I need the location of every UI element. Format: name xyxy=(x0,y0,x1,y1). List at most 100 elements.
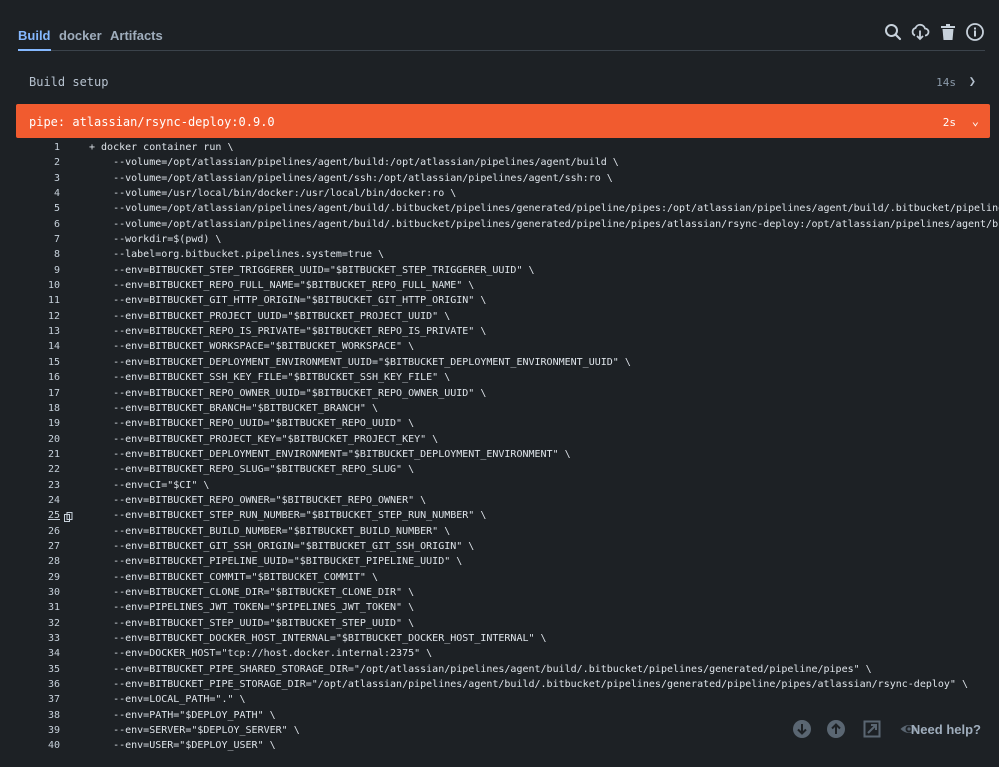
line-number[interactable]: 5 xyxy=(16,203,60,214)
log-line: 37 --env=LOCAL_PATH="." \ xyxy=(16,694,999,709)
line-number[interactable]: 3 xyxy=(16,173,60,184)
line-number[interactable]: 13 xyxy=(16,326,60,337)
log-line: 32 --env=BITBUCKET_STEP_UUID="$BITBUCKET… xyxy=(16,618,999,633)
log-text: --env=BITBUCKET_STEP_RUN_NUMBER="$BITBUC… xyxy=(89,510,487,522)
line-number[interactable]: 19 xyxy=(16,418,60,429)
line-number[interactable]: 26 xyxy=(16,526,60,537)
log-text: --env=BITBUCKET_GIT_SSH_ORIGIN="$BITBUCK… xyxy=(89,540,475,552)
log-text: --env=BITBUCKET_COMMIT="$BITBUCKET_COMMI… xyxy=(89,571,378,583)
search-icon[interactable] xyxy=(883,22,903,42)
line-number[interactable]: 29 xyxy=(16,572,60,583)
line-number[interactable]: 12 xyxy=(16,311,60,322)
log-text: --env=DOCKER_HOST="tcp://host.docker.int… xyxy=(89,648,433,660)
tab-artifacts[interactable]: Artifacts xyxy=(110,28,163,49)
step-duration: 14s xyxy=(936,76,956,89)
log-text: --volume=/opt/atlassian/pipelines/agent/… xyxy=(89,172,613,184)
scroll-up-icon[interactable] xyxy=(826,719,846,739)
line-number[interactable]: 35 xyxy=(16,664,60,675)
log-text: --env=BITBUCKET_STEP_UUID="$BITBUCKET_ST… xyxy=(89,617,415,629)
line-number[interactable]: 39 xyxy=(16,725,60,736)
line-number[interactable]: 33 xyxy=(16,633,60,644)
log-text: --volume=/opt/atlassian/pipelines/agent/… xyxy=(89,157,619,169)
log-output[interactable]: 1 + docker container run \ 2 --volume=/opt… xyxy=(16,142,999,767)
log-text: --env=BITBUCKET_PROJECT_KEY="$BITBUCKET_… xyxy=(89,433,439,445)
line-number[interactable]: 20 xyxy=(16,434,60,445)
log-line: 31 --env=PIPELINES_JWT_TOKEN="$PIPELINES… xyxy=(16,602,999,617)
log-line: 10 --env=BITBUCKET_REPO_FULL_NAME="$BITB… xyxy=(16,280,999,295)
log-text: --env=BITBUCKET_CLONE_DIR="$BITBUCKET_CL… xyxy=(89,586,415,598)
line-number[interactable]: 23 xyxy=(16,480,60,491)
line-number[interactable]: 15 xyxy=(16,357,60,368)
log-line: 30 --env=BITBUCKET_CLONE_DIR="$BITBUCKET… xyxy=(16,587,999,602)
tab-build[interactable]: Build xyxy=(18,28,51,51)
line-number[interactable]: 2 xyxy=(16,157,60,168)
log-text: --env=BITBUCKET_REPO_OWNER="$BITBUCKET_R… xyxy=(89,494,427,506)
log-line: 21 --env=BITBUCKET_DEPLOYMENT_ENVIRONMEN… xyxy=(16,449,999,464)
log-text: --env=PIPELINES_JWT_TOKEN="$PIPELINES_JW… xyxy=(89,602,415,614)
line-number[interactable]: 30 xyxy=(16,587,60,598)
line-number[interactable]: 31 xyxy=(16,602,60,613)
need-help-link[interactable]: Need help? xyxy=(911,722,981,737)
line-number[interactable]: 24 xyxy=(16,495,60,506)
line-number[interactable]: 34 xyxy=(16,648,60,659)
line-number[interactable]: 1 xyxy=(16,142,60,153)
chevron-right-icon: ❯ xyxy=(968,74,976,88)
line-number[interactable]: 16 xyxy=(16,372,60,383)
line-number[interactable]: 37 xyxy=(16,694,60,705)
log-text: --volume=/opt/atlassian/pipelines/agent/… xyxy=(89,218,999,230)
line-number[interactable]: 4 xyxy=(16,188,60,199)
log-line: 24 --env=BITBUCKET_REPO_OWNER="$BITBUCKE… xyxy=(16,495,999,510)
log-text: --env=BITBUCKET_PROJECT_UUID="$BITBUCKET… xyxy=(89,310,451,322)
log-line: 28 --env=BITBUCKET_PIPELINE_UUID="$BITBU… xyxy=(16,556,999,571)
line-number[interactable]: 36 xyxy=(16,679,60,690)
line-number[interactable]: 7 xyxy=(16,234,60,245)
line-number[interactable]: 21 xyxy=(16,449,60,460)
line-number[interactable]: 9 xyxy=(16,265,60,276)
line-number[interactable]: 22 xyxy=(16,464,60,475)
scroll-down-icon[interactable] xyxy=(792,719,812,739)
log-line: 9 --env=BITBUCKET_STEP_TRIGGERER_UUID="$… xyxy=(16,265,999,280)
log-text: --env=BITBUCKET_REPO_FULL_NAME="$BITBUCK… xyxy=(89,280,475,292)
log-text: --env=BITBUCKET_REPO_UUID="$BITBUCKET_RE… xyxy=(89,418,415,430)
log-line: 16 --env=BITBUCKET_SSH_KEY_FILE="$BITBUC… xyxy=(16,372,999,387)
log-line: 3 --volume=/opt/atlassian/pipelines/agen… xyxy=(16,173,999,188)
help-bar: Need help? xyxy=(759,713,999,745)
step-build-setup[interactable]: Build setup 14s ❯ xyxy=(16,64,990,98)
info-icon[interactable] xyxy=(965,22,985,42)
line-number[interactable]: 11 xyxy=(16,295,60,306)
log-line: 23 --env=CI="$CI" \ xyxy=(16,480,999,495)
log-text: --env=CI="$CI" \ xyxy=(89,479,210,491)
log-line: 36 --env=BITBUCKET_PIPE_STORAGE_DIR="/op… xyxy=(16,679,999,694)
line-number[interactable]: 27 xyxy=(16,541,60,552)
step-label: pipe: atlassian/rsync-deploy:0.9.0 xyxy=(29,115,275,129)
line-number[interactable]: 10 xyxy=(16,280,60,291)
line-number[interactable]: 38 xyxy=(16,710,60,721)
line-number[interactable]: 18 xyxy=(16,403,60,414)
line-number[interactable]: 8 xyxy=(16,249,60,260)
line-number[interactable]: 32 xyxy=(16,618,60,629)
line-number[interactable]: 28 xyxy=(16,556,60,567)
line-number[interactable]: 14 xyxy=(16,341,60,352)
trash-icon[interactable] xyxy=(938,22,958,42)
download-cloud-icon[interactable] xyxy=(910,22,930,42)
line-number[interactable]: 17 xyxy=(16,388,60,399)
log-line: 4 --volume=/usr/local/bin/docker:/usr/lo… xyxy=(16,188,999,203)
line-number[interactable]: 25 xyxy=(16,510,60,521)
log-text: --env=BITBUCKET_PIPELINE_UUID="$BITBUCKE… xyxy=(89,556,463,568)
copy-link-icon[interactable] xyxy=(64,512,73,523)
log-text: --env=BITBUCKET_DEPLOYMENT_ENVIRONMENT="… xyxy=(89,448,571,460)
log-text: --env=PATH="$DEPLOY_PATH" \ xyxy=(89,709,276,721)
log-text: --env=BITBUCKET_REPO_SLUG="$BITBUCKET_RE… xyxy=(89,464,415,476)
line-number[interactable]: 6 xyxy=(16,219,60,230)
log-text: --env=BITBUCKET_PIPE_STORAGE_DIR="/opt/a… xyxy=(89,679,968,691)
log-line: 29 --env=BITBUCKET_COMMIT="$BITBUCKET_CO… xyxy=(16,572,999,587)
tab-bar: Build docker Artifacts xyxy=(18,22,985,51)
tab-docker[interactable]: docker xyxy=(59,28,102,49)
log-line: 11 --env=BITBUCKET_GIT_HTTP_ORIGIN="$BIT… xyxy=(16,295,999,310)
step-pipe-rsync-deploy[interactable]: pipe: atlassian/rsync-deploy:0.9.0 2s ⌄ xyxy=(16,104,990,138)
line-number[interactable]: 40 xyxy=(16,740,60,751)
log-text: --workdir=$(pwd) \ xyxy=(89,234,222,246)
log-text: + docker container run \ xyxy=(89,142,234,153)
expand-icon[interactable] xyxy=(862,719,882,739)
log-text: --env=BITBUCKET_DOCKER_HOST_INTERNAL="$B… xyxy=(89,633,547,644)
